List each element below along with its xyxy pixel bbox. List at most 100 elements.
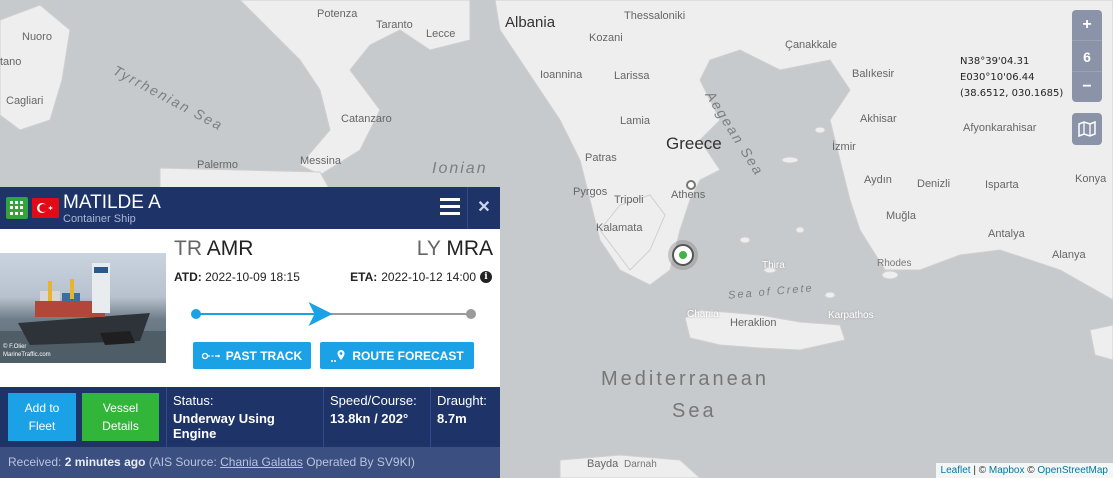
place-alanya: Alanya: [1052, 249, 1086, 261]
zoom-in-button[interactable]: +: [1072, 10, 1102, 40]
place-palermo: Palermo: [197, 159, 238, 171]
eta-text: ETA: 2022-10-12 14:00 i: [350, 270, 492, 284]
coordinate-readout: N38°39'04.31 E030°10'06.44 (38.6512, 030…: [960, 54, 1063, 102]
attrib-sep-1: | ©: [970, 465, 989, 476]
zoom-out-button[interactable]: −: [1072, 72, 1102, 102]
info-icon[interactable]: i: [480, 271, 492, 283]
place-rhodes: Rhodes: [877, 258, 912, 269]
vessel-details-button[interactable]: Vessel Details: [82, 393, 159, 441]
place-izmir: İzmir: [832, 141, 856, 153]
draught-cell: Draught: 8.7m: [430, 387, 500, 447]
vessel-stats-bar: Add to Fleet Vessel Details Status: Underw…: [0, 387, 500, 447]
status-label: Status:: [173, 393, 214, 408]
atd-label: ATD:: [174, 270, 202, 284]
vessel-panel: MATILDE A Container Ship ✕ © F.Olier Mar…: [0, 187, 500, 478]
attrib-sep-2: ©: [1024, 465, 1038, 476]
place-canakkale: Çanakkale: [785, 39, 837, 51]
osm-link[interactable]: OpenStreetMap: [1037, 465, 1108, 476]
map-attribution: Leaflet | © Mapbox © OpenStreetMap: [935, 463, 1113, 478]
route-forecast-label: ROUTE FORECAST: [352, 348, 464, 363]
place-albania: Albania: [505, 14, 556, 31]
origin-dot: [191, 309, 201, 319]
coordinate-decimal: (38.6512, 030.1685): [960, 88, 1064, 99]
vessel-photo[interactable]: © F.Olier MarineTraffic.com: [0, 253, 166, 363]
place-chania: Chania: [687, 309, 719, 320]
status-cell: Status: Underway Using Engine: [166, 387, 323, 447]
place-kozani: Kozani: [589, 32, 623, 44]
mapbox-link[interactable]: Mapbox: [989, 465, 1025, 476]
place-thira: Thira: [762, 260, 785, 271]
photo-credit-line2: MarineTraffic.com: [3, 352, 51, 358]
place-mediterranean: Mediterranean: [601, 368, 769, 390]
eta-value: 2022-10-12 14:00: [381, 270, 476, 284]
place-kalamata: Kalamata: [596, 222, 643, 234]
place-lamia: Lamia: [620, 115, 650, 127]
speed-course-value: 13.8kn / 202°: [330, 411, 409, 426]
place-mugla: Muğla: [886, 210, 916, 222]
place-athens: Athens: [671, 189, 706, 201]
eta-label: ETA:: [350, 270, 378, 284]
close-button[interactable]: ✕: [467, 187, 500, 229]
voyage-progress: [191, 302, 476, 326]
place-ionian: Ionian: [432, 160, 488, 177]
speed-course-label: Speed/Course:: [330, 393, 417, 408]
place-akhisar: Akhisar: [860, 113, 897, 125]
route-forecast-button[interactable]: ROUTE FORECAST: [320, 342, 474, 369]
map-icon: [1078, 121, 1096, 137]
place-larissa: Larissa: [614, 70, 650, 82]
departure-port[interactable]: TR AMR: [174, 237, 253, 261]
coordinate-lon: E030°10'06.44: [960, 72, 1035, 83]
route-pin-icon: [331, 349, 345, 362]
atd-value: 2022-10-09 18:15: [205, 270, 300, 284]
details-line1: Vessel: [102, 401, 139, 415]
departure-country: TR: [174, 237, 202, 260]
place-potenza: Potenza: [317, 8, 358, 20]
panel-header: MATILDE A Container Ship ✕: [0, 187, 500, 229]
place-patras: Patras: [585, 152, 617, 164]
place-antalya: Antalya: [988, 228, 1025, 240]
add-to-fleet-button[interactable]: Add to Fleet: [8, 393, 76, 441]
ais-prefix: (AIS Source:: [148, 455, 217, 469]
zoom-control: + 6 −: [1072, 10, 1102, 102]
place-tripoli: Tripoli: [614, 194, 644, 206]
destination-dot: [466, 309, 476, 319]
vessel-icon: [679, 251, 687, 259]
map-layers-button[interactable]: [1072, 113, 1102, 145]
speed-course-cell: Speed/Course: 13.8kn / 202°: [323, 387, 430, 447]
coordinate-lat: N38°39'04.31: [960, 56, 1030, 67]
photo-credit: © F.Olier MarineTraffic.com: [3, 343, 51, 359]
arrival-port[interactable]: LY MRA: [417, 237, 493, 261]
status-value: Underway Using Engine: [173, 411, 275, 441]
place-konya: Konya: [1075, 173, 1107, 185]
draught-value: 8.7m: [437, 411, 467, 426]
past-track-label: PAST TRACK: [225, 348, 303, 363]
place-heraklion: Heraklion: [730, 317, 777, 329]
place-balikesir: Balıkesir: [852, 68, 895, 80]
departure-code: AMR: [206, 237, 254, 260]
add-fleet-line1: Add to: [24, 401, 60, 415]
photo-credit-line1: © F.Olier: [3, 344, 27, 350]
vessel-marker[interactable]: [668, 240, 698, 270]
received-label: Received:: [8, 455, 62, 469]
received-footer: Received: 2 minutes ago (AIS Source: Cha…: [0, 447, 500, 478]
atd-text: ATD: 2022-10-09 18:15: [174, 270, 300, 284]
port-marker[interactable]: [686, 180, 696, 190]
place-taranto: Taranto: [376, 19, 413, 31]
track-icon: [201, 352, 220, 359]
place-nuoro: Nuoro: [22, 31, 52, 43]
place-sea: Sea: [672, 400, 717, 422]
grid-icon[interactable]: [6, 197, 28, 219]
arrival-code: MRA: [446, 237, 493, 260]
ais-source-link[interactable]: Chania Galatas: [220, 455, 303, 469]
place-afyonkarahisar: Afyonkarahisar: [963, 122, 1037, 134]
leaflet-link[interactable]: Leaflet: [941, 465, 971, 476]
place-ioannina: Ioannina: [540, 69, 583, 81]
place-darnah: Darnah: [624, 459, 657, 470]
add-fleet-line2: Fleet: [28, 419, 56, 433]
place-thessaloniki: Thessaloniki: [624, 10, 686, 22]
past-track-button[interactable]: PAST TRACK: [193, 342, 311, 369]
menu-icon[interactable]: [440, 198, 460, 216]
draught-label: Draught:: [437, 393, 487, 408]
turkey-flag-icon: [32, 198, 59, 218]
place-messina: Messina: [300, 155, 341, 167]
